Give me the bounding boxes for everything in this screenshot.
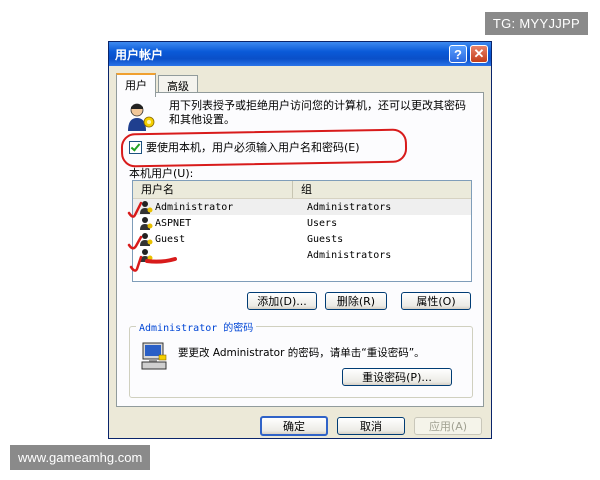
tab-users[interactable]: 用户	[116, 73, 156, 97]
watermark-top: TG: MYYJJPP	[484, 12, 588, 35]
reset-password-button[interactable]: 重设密码(P)...	[342, 368, 452, 386]
column-header-username[interactable]: 用户名	[133, 181, 293, 198]
user-group: Administrators	[307, 201, 392, 213]
users-listview[interactable]: 用户名 组 Administrator Administrators ASPNE…	[127, 180, 472, 282]
tab-strip: 用户 高级	[116, 73, 200, 97]
password-group-title: Administrator 的密码	[136, 319, 257, 334]
user-accounts-dialog: 用户帐户 ? ✕ 用户 高级 用下列表授予或拒绝用户访问您的计算机，还可以更改其…	[108, 41, 492, 439]
apply-button[interactable]: 应用(A)	[414, 417, 482, 435]
password-instruction: 要更改 Administrator 的密码，请单击“重设密码”。	[178, 347, 425, 359]
list-header: 用户名 组	[133, 181, 471, 199]
password-groupbox: Administrator 的密码 要更改 Administrator 的密码，…	[129, 319, 473, 398]
add-user-button[interactable]: 添加(D)...	[247, 292, 317, 310]
require-login-row[interactable]: 要使用本机，用户必须输入用户名和密码(E)	[129, 139, 360, 155]
table-row[interactable]: ASPNET Users	[133, 215, 471, 231]
user-properties-button[interactable]: 属性(O)	[401, 292, 471, 310]
users-tab-panel: 用下列表授予或拒绝用户访问您的计算机，还可以更改其密码和其他设置。 要使用本机，…	[116, 92, 484, 407]
window-title: 用户帐户	[115, 47, 164, 62]
user-group: Guests	[307, 233, 344, 245]
user-group: Administrators	[307, 249, 392, 261]
help-button[interactable]: ?	[449, 45, 467, 63]
cancel-button[interactable]: 取消	[337, 417, 405, 435]
user-group: Users	[307, 217, 338, 229]
computer-icon	[141, 342, 167, 370]
remove-user-button[interactable]: 删除(R)	[325, 292, 387, 310]
table-row[interactable]: Administrators	[133, 247, 471, 263]
intro-text: 用下列表授予或拒绝用户访问您的计算机，还可以更改其密码和其他设置。	[169, 99, 466, 126]
require-login-checkbox[interactable]	[129, 140, 142, 154]
users-icon	[128, 103, 155, 131]
table-row[interactable]: Guest Guests	[133, 231, 471, 247]
watermark-bottom: www.gameamhg.com	[10, 445, 151, 470]
local-users-label: 本机用户(U):	[129, 167, 194, 180]
annotation-scribble	[127, 201, 177, 272]
require-login-label: 要使用本机，用户必须输入用户名和密码(E)	[146, 141, 360, 154]
close-button[interactable]: ✕	[470, 45, 488, 63]
ok-button[interactable]: 确定	[260, 416, 328, 436]
title-bar[interactable]: 用户帐户 ? ✕	[109, 42, 491, 66]
table-row[interactable]: Administrator Administrators	[133, 199, 471, 215]
column-header-group[interactable]: 组	[293, 181, 468, 198]
